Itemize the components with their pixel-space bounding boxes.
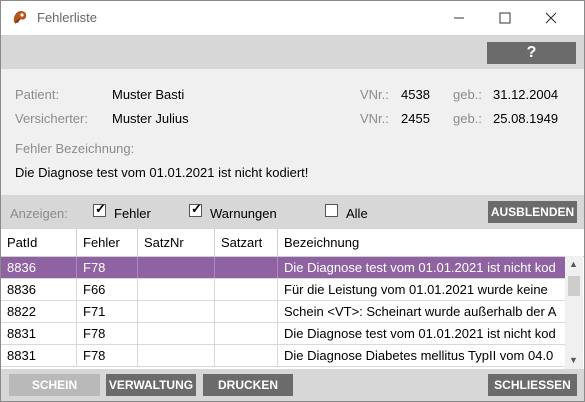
cell-patid: 8822	[1, 301, 77, 322]
table-row[interactable]: 8831 F78 Die Diagnose test vom 01.01.202…	[1, 323, 565, 345]
patient-info-panel: Patient: Muster Basti VNr.: 4538 geb.: 3…	[1, 69, 584, 195]
cell-patid: 8831	[1, 345, 77, 366]
schein-button[interactable]: SCHEIN	[9, 374, 100, 396]
error-description-text: Die Diagnose test vom 01.01.2021 ist nic…	[15, 165, 309, 180]
error-table: PatId Fehler SatzNr Satzart Bezeichnung …	[1, 229, 584, 369]
column-header-satzart[interactable]: Satzart	[215, 229, 278, 256]
filter-warnings-checkbox[interactable]: ✓	[189, 201, 202, 217]
checkmark-icon: ✓	[191, 201, 202, 216]
patient-vnr: 4538	[401, 87, 430, 102]
title-bar: Fehlerliste	[1, 1, 584, 35]
schliessen-button[interactable]: SCHLIESSEN	[488, 374, 577, 396]
insured-label: Versicherter:	[15, 111, 88, 126]
cell-bezeichnung: Schein <VT>: Scheinart wurde außerhalb d…	[284, 304, 557, 319]
bottom-button-bar: SCHEIN VERWALTUNG DRUCKEN SCHLIESSEN	[1, 369, 584, 401]
filter-bar: Anzeigen: ✓ Fehler ✓ Warnungen Alle AUSB…	[1, 195, 584, 229]
cell-fehler: F71	[77, 301, 138, 322]
window-title: Fehlerliste	[37, 10, 97, 25]
insured-dob-label: geb.:	[453, 111, 482, 126]
cell-satzart	[215, 279, 278, 300]
filter-errors-label: Fehler	[114, 206, 151, 221]
patient-label: Patient:	[15, 87, 60, 102]
cell-fehler: F78	[77, 323, 138, 344]
cell-satzart	[215, 345, 278, 366]
insured-vnr-label: VNr.:	[360, 111, 389, 126]
error-list-window: Fehlerliste ? Patient: Muster Basti VNr.…	[0, 0, 585, 402]
table-header: PatId Fehler SatzNr Satzart Bezeichnung	[1, 229, 584, 257]
scroll-down-icon[interactable]: ▼	[569, 355, 578, 365]
cell-patid: 8831	[1, 323, 77, 344]
close-button[interactable]	[528, 1, 574, 35]
filter-all-checkbox[interactable]	[325, 204, 338, 217]
patient-vnr-label: VNr.:	[360, 87, 389, 102]
insured-vnr: 2455	[401, 111, 430, 126]
cell-fehler: F78	[77, 345, 138, 366]
filter-warnings-label: Warnungen	[210, 206, 277, 221]
error-description-label: Fehler Bezeichnung:	[15, 141, 135, 156]
table-row[interactable]: 8836 F78 Die Diagnose test vom 01.01.202…	[1, 257, 565, 279]
patient-dob-label: geb.:	[453, 87, 482, 102]
help-button[interactable]: ?	[487, 42, 576, 64]
patient-dob: 31.12.2004	[493, 87, 559, 102]
cell-satznr	[138, 279, 215, 300]
minimize-icon	[454, 17, 464, 19]
table-row[interactable]: 8822 F71 Schein <VT>: Scheinart wurde au…	[1, 301, 565, 323]
minimize-button[interactable]	[436, 1, 482, 35]
app-logo-icon	[11, 8, 29, 26]
table-row[interactable]: 8836 F66 Für die Leistung vom 01.01.2021…	[1, 279, 565, 301]
column-header-bezeichnung[interactable]: Bezeichnung	[278, 229, 584, 256]
filter-all-label: Alle	[346, 206, 368, 221]
column-header-patid[interactable]: PatId	[1, 229, 77, 256]
top-toolbar: ?	[1, 35, 584, 69]
cell-satzart	[215, 323, 278, 344]
vertical-scrollbar[interactable]: ▲ ▼	[565, 256, 583, 369]
checkmark-icon: ✓	[95, 201, 106, 216]
cell-satznr	[138, 257, 215, 278]
drucken-button[interactable]: DRUCKEN	[203, 374, 293, 396]
table-row[interactable]: 8831 F78 Die Diagnose Diabetes mellitus …	[1, 345, 565, 367]
cell-bezeichnung: Die Diagnose Diabetes mellitus TypII vom…	[284, 348, 554, 363]
cell-fehler: F66	[77, 279, 138, 300]
maximize-icon	[499, 12, 511, 24]
cell-satzart	[215, 301, 278, 322]
patient-name: Muster Basti	[112, 87, 185, 102]
column-header-satznr[interactable]: SatzNr	[138, 229, 215, 256]
column-header-fehler[interactable]: Fehler	[77, 229, 138, 256]
cell-fehler: F78	[77, 257, 138, 278]
cell-bezeichnung: Für die Leistung vom 01.01.2021 wurde ke…	[284, 282, 548, 297]
cell-satznr	[138, 345, 215, 366]
filter-errors-checkbox[interactable]: ✓	[93, 201, 106, 217]
cell-satznr	[138, 323, 215, 344]
cell-satznr	[138, 301, 215, 322]
close-icon	[545, 12, 557, 24]
hide-button[interactable]: AUSBLENDEN	[488, 201, 577, 223]
insured-name: Muster Julius	[112, 111, 189, 126]
scroll-up-icon[interactable]: ▲	[569, 259, 578, 269]
cell-bezeichnung: Die Diagnose test vom 01.01.2021 ist nic…	[284, 260, 556, 275]
show-label: Anzeigen:	[10, 206, 68, 221]
verwaltung-button[interactable]: VERWALTUNG	[106, 374, 196, 396]
scrollbar-thumb[interactable]	[568, 276, 580, 296]
cell-satzart	[215, 257, 278, 278]
insured-dob: 25.08.1949	[493, 111, 559, 126]
cell-patid: 8836	[1, 279, 77, 300]
maximize-button[interactable]	[482, 1, 528, 35]
cell-bezeichnung: Die Diagnose test vom 01.01.2021 ist nic…	[284, 326, 556, 341]
cell-patid: 8836	[1, 257, 77, 278]
